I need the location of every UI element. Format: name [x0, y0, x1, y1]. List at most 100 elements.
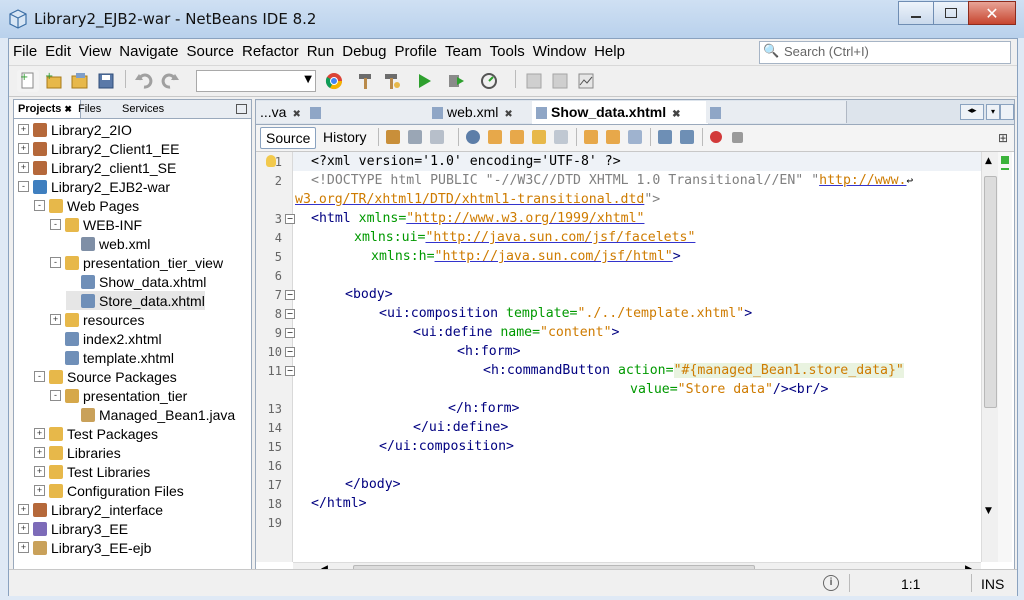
toggle-highlight-icon[interactable]	[532, 130, 546, 144]
toggle-bookmark-icon[interactable]	[628, 130, 642, 144]
tab-projects[interactable]: Projects ✖	[14, 100, 81, 118]
pause-icon[interactable]	[523, 70, 545, 92]
title-bar[interactable]: Library2_EJB2-war - NetBeans IDE 8.2 ✕	[0, 0, 1024, 38]
menu-file[interactable]: File	[13, 43, 37, 60]
collapse-icon[interactable]: -	[34, 200, 45, 211]
split-editor-icon[interactable]: ⊞	[998, 131, 1008, 145]
tree-node[interactable]: + Library3_EE	[18, 519, 128, 538]
minimize-panel-icon[interactable]	[236, 104, 247, 114]
menu-profile[interactable]: Profile	[394, 43, 437, 60]
previous-bookmark-icon[interactable]	[584, 130, 598, 144]
editor-maximize-icon[interactable]	[1000, 104, 1014, 120]
tree-node[interactable]: Managed_Bean1.java	[66, 405, 235, 424]
stop-icon[interactable]	[549, 70, 571, 92]
find-icon[interactable]	[466, 130, 480, 144]
editor-tab[interactable]: BookFacade.java✖	[306, 101, 433, 142]
collapse-icon[interactable]: -	[50, 219, 61, 230]
debug-icon[interactable]	[445, 70, 467, 92]
menu-run[interactable]: Run	[307, 43, 335, 60]
tree-node[interactable]: + Library2_Client1_EE	[18, 139, 179, 158]
expand-icon[interactable]: +	[18, 124, 29, 135]
close-button[interactable]: ✕	[968, 1, 1016, 25]
tree-node[interactable]: + Library2_2IO	[18, 120, 132, 139]
vertical-scroll-thumb[interactable]	[984, 176, 997, 408]
expand-icon[interactable]: +	[18, 162, 29, 173]
error-stripe[interactable]	[998, 152, 1012, 562]
menu-team[interactable]: Team	[445, 43, 482, 60]
menu-navigate[interactable]: Navigate	[119, 43, 178, 60]
undo-icon[interactable]	[133, 70, 155, 92]
tree-node[interactable]: index2.xhtml	[50, 329, 162, 348]
menu-source[interactable]: Source	[186, 43, 234, 60]
tree-node[interactable]: Store_data.xhtml	[66, 291, 205, 310]
configuration-select[interactable]: ▼	[196, 70, 316, 92]
editor-tab[interactable]: Store_data.xhtml✖	[706, 101, 847, 142]
build-hammer-icon[interactable]	[355, 70, 377, 92]
shift-right-icon[interactable]	[680, 130, 694, 144]
editor-tab[interactable]: ...va ✖	[256, 101, 309, 123]
tree-node[interactable]: - Library2_EJB2-war	[18, 177, 170, 196]
tree-node[interactable]: - Web Pages	[34, 196, 139, 215]
run-icon[interactable]	[413, 70, 435, 92]
editor-tab-scroll-left-icon[interactable]: ◂▸	[960, 104, 984, 120]
tab-files[interactable]: Files	[74, 100, 122, 118]
expand-icon[interactable]: +	[34, 428, 45, 439]
shift-left-icon[interactable]	[658, 130, 672, 144]
clean-build-icon[interactable]	[381, 70, 403, 92]
maximize-button[interactable]	[933, 1, 969, 25]
tree-node[interactable]: - presentation_tier	[50, 386, 187, 405]
notifications-icon[interactable]: i	[823, 575, 839, 591]
tree-node[interactable]: - WEB-INF	[50, 215, 142, 234]
scroll-down-icon[interactable]: ▼	[985, 506, 992, 516]
find-next-icon[interactable]	[510, 130, 524, 144]
collapse-icon[interactable]: -	[34, 371, 45, 382]
tree-node[interactable]: - presentation_tier_view	[50, 253, 223, 272]
last-edit-icon[interactable]	[386, 130, 400, 144]
expand-icon[interactable]: +	[18, 504, 29, 515]
line-number-gutter[interactable]: 1 2 3 4 5 6 7 8 9 10 11 13 14 15 16 17 18 19− − − − − −	[256, 152, 295, 562]
profile-icon[interactable]	[479, 70, 501, 92]
menu-view[interactable]: View	[79, 43, 111, 60]
tree-node[interactable]: + Test Libraries	[34, 462, 150, 481]
collapse-icon[interactable]: -	[50, 257, 61, 268]
close-icon[interactable]: ✖	[504, 109, 512, 120]
menu-edit[interactable]: Edit	[45, 43, 71, 60]
menu-debug[interactable]: Debug	[342, 43, 386, 60]
editor-tab[interactable]: Show_data.xhtml ✖	[532, 101, 709, 124]
tree-node[interactable]: + Library3_EE-ejb	[18, 538, 151, 557]
next-bookmark-icon[interactable]	[606, 130, 620, 144]
tab-services[interactable]: Services	[118, 100, 186, 118]
expand-icon[interactable]: +	[50, 314, 61, 325]
open-project-icon[interactable]	[69, 70, 91, 92]
tree-node[interactable]: - Source Packages	[34, 367, 177, 386]
chart-icon[interactable]	[575, 70, 597, 92]
browser-icon[interactable]	[323, 70, 345, 92]
history-mode-button[interactable]: History	[318, 127, 372, 147]
source-mode-button[interactable]: Source	[260, 127, 317, 149]
menu-tools[interactable]: Tools	[490, 43, 525, 60]
expand-icon[interactable]: +	[18, 523, 29, 534]
search-box[interactable]: 🔍 Search (Ctrl+I)	[759, 41, 1011, 64]
expand-icon[interactable]: +	[34, 485, 45, 496]
tree-node[interactable]: web.xml	[66, 234, 150, 253]
close-icon[interactable]: ✖	[64, 104, 72, 114]
tree-node[interactable]: template.xhtml	[50, 348, 174, 367]
tree-node[interactable]: + Configuration Files	[34, 481, 184, 500]
tree-node[interactable]: + Test Packages	[34, 424, 158, 443]
collapse-icon[interactable]: -	[18, 181, 29, 192]
close-icon[interactable]: ✖	[292, 109, 300, 120]
tree-node[interactable]: + Library2_client1_SE	[18, 158, 176, 177]
save-all-icon[interactable]	[95, 70, 117, 92]
record-macro-icon[interactable]	[710, 131, 722, 143]
minimize-button[interactable]	[898, 1, 934, 25]
vertical-scrollbar[interactable]: ▲ ▼	[981, 152, 998, 562]
editor-tab[interactable]: web.xml ✖	[428, 101, 535, 123]
find-previous-icon[interactable]	[488, 130, 502, 144]
menu-window[interactable]: Window	[533, 43, 586, 60]
scroll-up-icon[interactable]: ▲	[985, 156, 992, 166]
redo-icon[interactable]	[159, 70, 181, 92]
editor-tab-list-icon[interactable]: ▾	[986, 104, 1000, 120]
forward-icon[interactable]	[430, 130, 444, 144]
new-project-icon[interactable]: +	[43, 70, 65, 92]
expand-icon[interactable]: +	[18, 542, 29, 553]
